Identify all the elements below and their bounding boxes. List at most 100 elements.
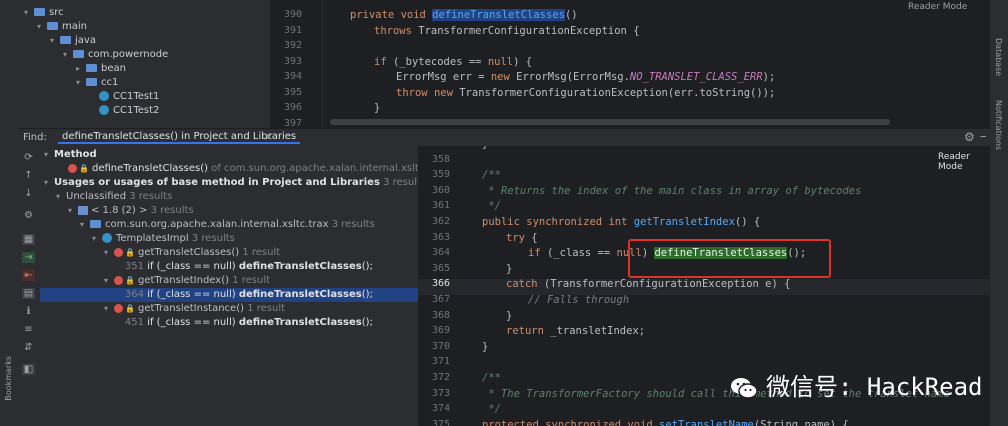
minimize-icon[interactable]: –	[980, 129, 987, 144]
code-line[interactable]: }	[482, 146, 488, 150]
code-line[interactable]: if (_bytecodes == null) {	[374, 56, 532, 68]
tree-item[interactable]: ▾ main	[37, 20, 87, 34]
class-icon	[99, 91, 109, 101]
line-number: 370	[431, 340, 450, 352]
lock-icon: 🔒	[125, 304, 135, 313]
tree-item[interactable]: ▾ cc1	[76, 76, 118, 90]
tree-item-label: CC1Test1	[113, 91, 160, 102]
wechat-icon	[731, 378, 758, 399]
code-line[interactable]: public synchronized int getTransletIndex…	[482, 216, 760, 228]
settings-icon[interactable]: ⚙	[22, 210, 35, 221]
code-line[interactable]: }	[506, 263, 512, 275]
code-line[interactable]: ErrorMsg err = new ErrorMsg(ErrorMsg.NO_…	[396, 71, 775, 83]
code-line[interactable]: try {	[506, 232, 538, 244]
rerun-icon[interactable]: ⟳	[22, 152, 35, 163]
tree-item[interactable]: ▾ java	[50, 34, 96, 48]
usage-method-row[interactable]: ▾ 🔒 getTransletClasses() 1 result	[104, 246, 418, 260]
collapse-all-icon[interactable]: ⇵	[22, 342, 35, 353]
export-icon[interactable]: ⇥	[22, 252, 35, 263]
code-line[interactable]: protected synchronized void setTransletN…	[482, 419, 849, 426]
horizontal-scrollbar[interactable]	[330, 119, 890, 125]
group-icon[interactable]: ▦	[22, 234, 35, 245]
chevron-down-icon[interactable]: ▾	[50, 34, 60, 48]
top-editor[interactable]: Reader Mode 390 private void defineTransl…	[270, 0, 990, 128]
up-arrow-icon[interactable]: ↑	[22, 170, 35, 181]
code-line[interactable]: /**	[482, 372, 501, 384]
chevron-down-icon[interactable]: ▾	[24, 6, 34, 20]
unclassified-row[interactable]: ▾ Unclassified 3 results	[56, 190, 418, 204]
code-line[interactable]: * Returns the index of the main class in…	[482, 185, 861, 197]
folder-icon	[47, 22, 58, 30]
code-line[interactable]: return _transletIndex;	[506, 325, 645, 337]
method-header[interactable]: ▾ Method	[44, 148, 418, 162]
usage-method-row[interactable]: ▾ 🔒 getTransletInstance() 1 result	[104, 302, 418, 316]
tree-item[interactable]: CC1Test2	[89, 104, 159, 118]
usage-code-row[interactable]: 364 if (_class == null) defineTransletCl…	[40, 288, 418, 302]
line-number: 392	[283, 40, 302, 51]
code-line[interactable]: /**	[482, 169, 501, 181]
line-number: 373	[431, 387, 450, 399]
tree-item[interactable]: ▸ bean	[76, 62, 126, 76]
chevron-down-icon[interactable]: ▾	[63, 48, 73, 62]
code-line[interactable]: */	[482, 200, 501, 212]
down-arrow-icon[interactable]: ↓	[22, 188, 35, 199]
chevron-down-icon[interactable]: ▾	[76, 76, 86, 90]
preview-icon[interactable]: ▤	[22, 288, 35, 299]
close-icon[interactable]: ×	[264, 130, 273, 143]
folder-icon	[73, 50, 84, 58]
find-results: ▾ Method 🔒 defineTransletClasses() of com.…	[40, 146, 418, 426]
pin-icon[interactable]: ◧	[22, 364, 35, 375]
code-line[interactable]: throw new TransformerConfigurationExcept…	[396, 87, 775, 99]
usage-code-row[interactable]: 351 if (_class == null) defineTransletCl…	[40, 260, 418, 274]
usage-code-row[interactable]: 451 if (_class == null) defineTransletCl…	[40, 316, 418, 330]
folder-icon	[34, 8, 45, 16]
lock-icon: 🔒	[125, 248, 135, 257]
line-number: 359	[431, 169, 450, 181]
jdk-row[interactable]: ▾ < 1.8 (2) > 3 results	[68, 204, 418, 218]
library-icon	[78, 205, 88, 215]
database-tab[interactable]: Database	[994, 38, 1003, 76]
gear-icon[interactable]: ⚙	[964, 130, 975, 144]
find-tools-strip: ⟳ ↑ ↓ ⚙ ▦ ⇥ ⇤ ▤ ℹ ≡ ⇵ ◧	[18, 146, 41, 426]
code-line[interactable]: }	[506, 310, 512, 322]
method-row[interactable]: 🔒 defineTransletClasses() of com.sun.org.…	[68, 162, 418, 176]
tree-item[interactable]: ▾ com.powernode	[63, 48, 168, 62]
folder-icon	[60, 36, 71, 44]
usages-header[interactable]: ▾ Usages or usages of base method in Proj…	[44, 176, 418, 190]
filter-icon[interactable]: ⇤	[22, 270, 35, 281]
tree-item[interactable]: CC1Test1	[89, 90, 159, 104]
info-icon[interactable]: ℹ	[22, 306, 35, 317]
tree-item-label: main	[62, 21, 87, 32]
bookmarks-tab[interactable]: Bookmarks	[4, 356, 13, 401]
reader-mode-bottom[interactable]: Reader Mode	[938, 152, 990, 172]
chevron-right-icon[interactable]: ▸	[76, 62, 86, 76]
line-number: 362	[431, 216, 450, 227]
code-line[interactable]: // Falls through	[528, 294, 629, 306]
code-line[interactable]: catch (TransformerConfigurationException…	[506, 278, 790, 290]
line-number: 368	[431, 309, 450, 321]
class-row[interactable]: ▾ TemplatesImpl 3 results	[92, 232, 418, 246]
code-line[interactable]: }	[374, 102, 380, 114]
method-icon	[68, 163, 77, 173]
method-icon	[114, 247, 123, 257]
chevron-down-icon[interactable]: ▾	[37, 20, 47, 34]
tree-item[interactable]: ▾ src	[24, 6, 64, 20]
method-icon	[114, 275, 123, 285]
usage-method-row[interactable]: ▾ 🔒 getTransletIndex() 1 result	[104, 274, 418, 288]
reader-mode-top[interactable]: Reader Mode	[908, 2, 967, 12]
watermark: 微信号: HackRead	[730, 370, 983, 404]
project-tree: ▾ src ▾ main ▾ java ▾ com.powernode ▸ bean ▾ cc1 CC1…	[18, 0, 270, 128]
notifications-tab[interactable]: Notifications	[994, 100, 1003, 150]
package-row[interactable]: ▾ com.sun.org.apache.xalan.internal.xsltc…	[80, 218, 418, 232]
folder-icon	[86, 64, 97, 72]
expand-all-icon[interactable]: ≡	[22, 324, 35, 335]
tree-item-label: CC1Test2	[113, 105, 160, 116]
code-line[interactable]: */	[482, 403, 501, 415]
line-number: 361	[431, 200, 450, 212]
tree-item-label: java	[75, 35, 96, 46]
code-line[interactable]: }	[482, 341, 488, 353]
code-line[interactable]: throws TransformerConfigurationException…	[374, 25, 640, 37]
code-line[interactable]: private void defineTransletClasses()	[350, 9, 578, 21]
bottom-editor[interactable]: Reader Mode 357} 358 359 /** 360 * Returns t…	[418, 146, 990, 426]
line-number: 393	[283, 55, 302, 67]
